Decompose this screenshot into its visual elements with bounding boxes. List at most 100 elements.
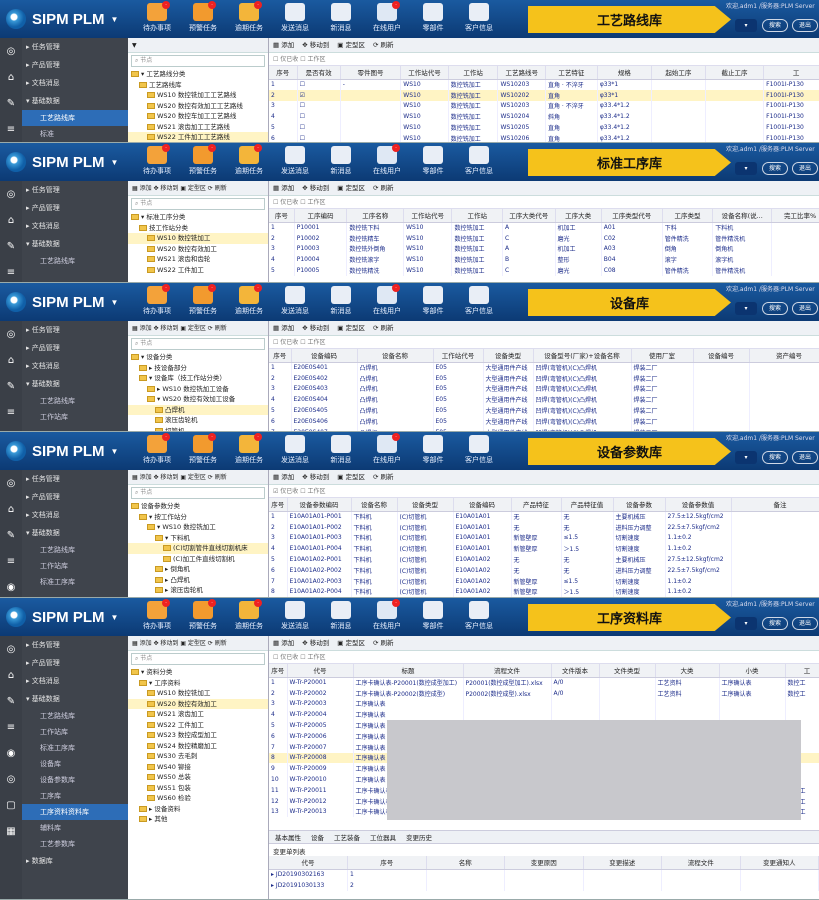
- sidebar-item[interactable]: ▸ 任务管理: [22, 181, 128, 199]
- toolbar-button-7[interactable]: 客户信息: [456, 435, 502, 465]
- sidebar-item[interactable]: ▾ 基础数据: [22, 235, 128, 253]
- tree-toolbar[interactable]: ▦ 添加 ✥ 移动到 ▣ 定型区 ⟳ 刷新: [128, 181, 268, 196]
- toolbar-button-7[interactable]: 客户信息: [456, 286, 502, 316]
- rail-icon-3[interactable]: ≡: [4, 722, 18, 734]
- table-row[interactable]: 4 P10004 数控铣滚字 WS10 数控铣加工 B 整形 B04 滚字 滚字机: [269, 254, 819, 266]
- rail-icon-2[interactable]: ✎: [4, 696, 18, 708]
- toolbar-button-6[interactable]: 零部件: [410, 3, 456, 33]
- rail-icon-2[interactable]: ✎: [4, 530, 18, 542]
- tree-node[interactable]: WS20 数控有效加工: [128, 698, 268, 709]
- column-header[interactable]: 备注: [731, 498, 819, 512]
- sidebar-item[interactable]: ▸ 文档消息: [22, 357, 128, 375]
- grid-toolbar-button[interactable]: ⟳ 刷新: [373, 324, 394, 332]
- toolbar-button-4[interactable]: 新消息: [318, 286, 364, 316]
- table-row[interactable]: 2 P10002 数控铣精车 WS10 数控铣加工 C 磨光 C02 管件精洗 管件精洗机: [269, 232, 819, 244]
- table-row[interactable]: 1 W-Tr-P20001 工序卡确认表-P20001(数控成型加工) P20001(…: [269, 677, 819, 688]
- sidebar-item[interactable]: 工艺路线库: [22, 110, 128, 126]
- grid-toolbar-button[interactable]: ▦ 添加: [273, 324, 294, 332]
- sidebar-item[interactable]: 辅料库: [22, 820, 128, 836]
- tree-toolbar[interactable]: ▦ 添加 ✥ 移动到 ▣ 定型区 ⟳ 刷新: [128, 636, 268, 651]
- column-header[interactable]: 小类: [719, 664, 786, 678]
- detail-tab[interactable]: 变更历史: [406, 834, 432, 842]
- table-row[interactable]: 4 W-Tr-P20004 工序确认表: [269, 709, 819, 721]
- toolbar-button-5[interactable]: · 在线用户: [364, 144, 410, 176]
- column-header[interactable]: 设备参数编码: [287, 498, 352, 512]
- toolbar-button-6[interactable]: 零部件: [410, 286, 456, 316]
- history-column-header[interactable]: 流程文件: [661, 856, 741, 870]
- tree-toolbar[interactable]: ▦ 添加 ✥ 移动到 ▣ 定型区 ⟳ 刷新: [128, 470, 268, 485]
- sidebar-item[interactable]: ▸ 任务管理: [22, 636, 128, 654]
- detail-tab[interactable]: 工位器具: [370, 834, 396, 842]
- table-row[interactable]: 4 E10A01A01-P004 下料机 (C)切管机 E10A01A01 新管壁厚 ＞1.…: [269, 543, 819, 555]
- column-header[interactable]: 设备编码: [291, 349, 358, 363]
- toolbar-button-1[interactable]: · 预警任务: [180, 433, 226, 465]
- sidebar-item[interactable]: 设备参数库: [22, 772, 128, 788]
- column-header[interactable]: 工作站: [448, 66, 499, 80]
- history-row[interactable]: ▸ JD20191030133 2: [269, 879, 819, 891]
- toolbar-button-7[interactable]: 客户信息: [456, 3, 502, 33]
- grid-toolbar-button[interactable]: ▣ 定型区: [337, 324, 365, 332]
- column-header[interactable]: 序号: [269, 664, 288, 678]
- grid-toolbar-button[interactable]: ✥ 移动到: [302, 41, 329, 49]
- tree-node[interactable]: 滚压齿轮机: [128, 415, 268, 426]
- tree-toolbar[interactable]: ▼: [128, 38, 268, 53]
- tree-search-input[interactable]: ⌕ 节点: [131, 338, 265, 350]
- tree-search-input[interactable]: ⌕ 节点: [131, 198, 265, 210]
- column-header[interactable]: 序号: [269, 66, 298, 80]
- tree-node[interactable]: ▸ 其他: [128, 814, 268, 825]
- rail-icon-2[interactable]: ✎: [4, 241, 18, 253]
- search-button[interactable]: 搜索: [762, 302, 788, 315]
- app-logo[interactable]: SIPM PLM ▼: [6, 152, 118, 172]
- column-header[interactable]: 工序类型代号: [601, 209, 663, 223]
- table-row[interactable]: 4 E20E0S404 凸焊机 E05 大型通用件产线 凹焊(弯管机)(C)凸焊机 焊装二厂: [269, 394, 819, 406]
- toolbar-button-1[interactable]: · 预警任务: [180, 1, 226, 33]
- tree-node[interactable]: WS20 数控有效加工: [128, 244, 268, 255]
- tree-node[interactable]: WS10 数控铣加工: [128, 233, 268, 244]
- table-row[interactable]: 5 P10005 数控铣精洗 WS10 数控铣加工 C 磨光 C08 管件精洗 管件精洗机: [269, 265, 819, 276]
- table-row[interactable]: 2 W-Tr-P20002 工序卡确认表-P20002(数控成型) P20002(数控…: [269, 687, 819, 699]
- rail-icon-2[interactable]: ✎: [4, 98, 18, 110]
- app-menu-caret-icon[interactable]: ▼: [111, 613, 119, 622]
- toolbar-button-0[interactable]: · 待办事项: [134, 144, 180, 176]
- sidebar-item[interactable]: ▸ 文档消息: [22, 74, 128, 92]
- tree-node[interactable]: ▾ WS10 数控铣加工: [128, 522, 268, 533]
- detail-tab[interactable]: 工艺装备: [334, 834, 360, 842]
- column-header[interactable]: 设备编码: [453, 498, 512, 512]
- column-header[interactable]: 设备名称: [351, 498, 398, 512]
- tree-node[interactable]: 设备参数分类: [128, 501, 268, 512]
- table-row[interactable]: 1 E10A01A01-P001 下料机 (C)切管机 E10A01A01 无无主要机械压…: [269, 511, 819, 522]
- tree-node[interactable]: ▾ 标准工序分类: [128, 212, 268, 223]
- grid-toolbar-button[interactable]: ▦ 添加: [273, 184, 294, 192]
- detail-tab[interactable]: 设备: [311, 834, 324, 842]
- tree-node[interactable]: ▸ 技设备部分: [128, 363, 268, 374]
- tree-node[interactable]: ▸ 凸焊机: [128, 575, 268, 586]
- app-logo[interactable]: SIPM PLM ▼: [6, 9, 118, 29]
- toolbar-button-0[interactable]: · 待办事项: [134, 599, 180, 631]
- header-dropdown[interactable]: ▾: [735, 302, 757, 315]
- grid-toolbar-button[interactable]: ▣ 定型区: [337, 639, 365, 647]
- toolbar-button-5[interactable]: · 在线用户: [364, 1, 410, 33]
- table-row[interactable]: 3 P10003 数控铣外倒角 WS10 数控铣加工 A 机加工 A03 倒角 倒角机: [269, 243, 819, 255]
- logout-button[interactable]: 退出: [792, 451, 818, 464]
- tree-node[interactable]: WS10 数控铣加工工艺路线: [128, 90, 268, 101]
- logout-button[interactable]: 退出: [792, 19, 818, 32]
- sidebar-item[interactable]: ▾ 基础数据: [22, 375, 128, 393]
- column-header[interactable]: 序号: [269, 349, 292, 363]
- table-row[interactable]: 5 E10A01A02-P001 下料机 (C)切管机 E10A01A02 无无主要机械压…: [269, 554, 819, 565]
- column-header[interactable]: 工: [763, 66, 819, 80]
- rail-icon-3[interactable]: ≡: [4, 556, 18, 568]
- sidebar-item[interactable]: ▾ 基础数据: [22, 92, 128, 110]
- table-row[interactable]: 1 P10001 数控铣下料 WS10 数控铣加工 A 机加工 A01 下料 下料机: [269, 222, 819, 233]
- sidebar-item[interactable]: ▸ 产品管理: [22, 488, 128, 506]
- column-header[interactable]: 序号: [269, 209, 295, 223]
- sidebar-item[interactable]: 工艺路线库: [22, 253, 128, 269]
- tree-node[interactable]: WS51 包装: [128, 783, 268, 794]
- history-column-header[interactable]: 变更描述: [583, 856, 662, 870]
- tree-node[interactable]: 技工作站分类: [128, 223, 268, 234]
- tree-node[interactable]: (C)加工件直线切割机: [128, 554, 268, 565]
- toolbar-button-6[interactable]: 零部件: [410, 601, 456, 631]
- toolbar-button-5[interactable]: · 在线用户: [364, 433, 410, 465]
- sidebar-item[interactable]: 工作站库: [22, 558, 128, 574]
- tree-node[interactable]: WS21 滚齿加工工艺路线: [128, 122, 268, 133]
- tree-node[interactable]: WS50 总装: [128, 772, 268, 783]
